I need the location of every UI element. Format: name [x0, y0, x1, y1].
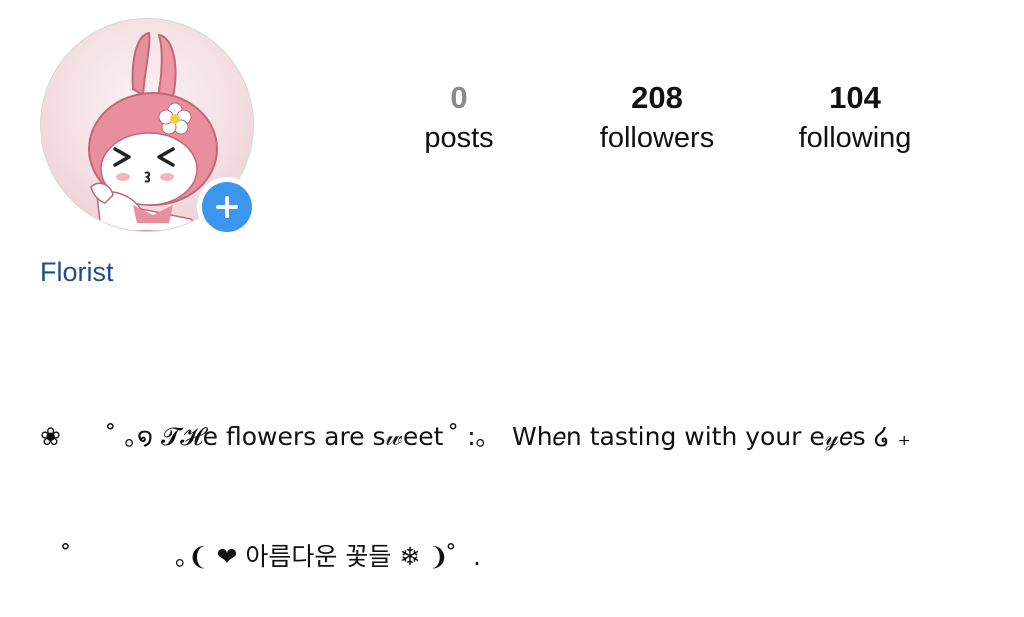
followers-stat[interactable]: 208 followers: [557, 76, 757, 156]
posts-stat[interactable]: 0 posts: [359, 76, 559, 156]
bio-line-1: ❀ ̊ ｡໑ 𝓣𝓗e flowers are s𝓌eet ̊ :｡ Wh𝑒n t…: [40, 422, 911, 451]
profile-stats: 0 posts 208 followers 104 following: [0, 76, 1024, 166]
followers-label: followers: [599, 122, 715, 154]
add-story-circle: [202, 182, 252, 232]
following-label: following: [798, 122, 912, 154]
bio-line-2: ̊ ｡❨ ❤ 아름다운 꽃들 ❄ ❩ ̊ .: [40, 542, 481, 571]
following-count: 104: [829, 80, 881, 115]
plus-icon: [216, 196, 238, 218]
posts-label: posts: [424, 122, 494, 154]
add-story-button[interactable]: [197, 177, 257, 237]
profile-bio: ❀ ̊ ｡໑ 𝓣𝓗e flowers are s𝓌eet ̊ :｡ Wh𝑒n t…: [40, 337, 1000, 617]
posts-count: 0: [450, 80, 468, 115]
profile-name: Florist: [40, 257, 114, 287]
following-stat[interactable]: 104 following: [755, 76, 955, 156]
followers-count: 208: [631, 80, 683, 115]
